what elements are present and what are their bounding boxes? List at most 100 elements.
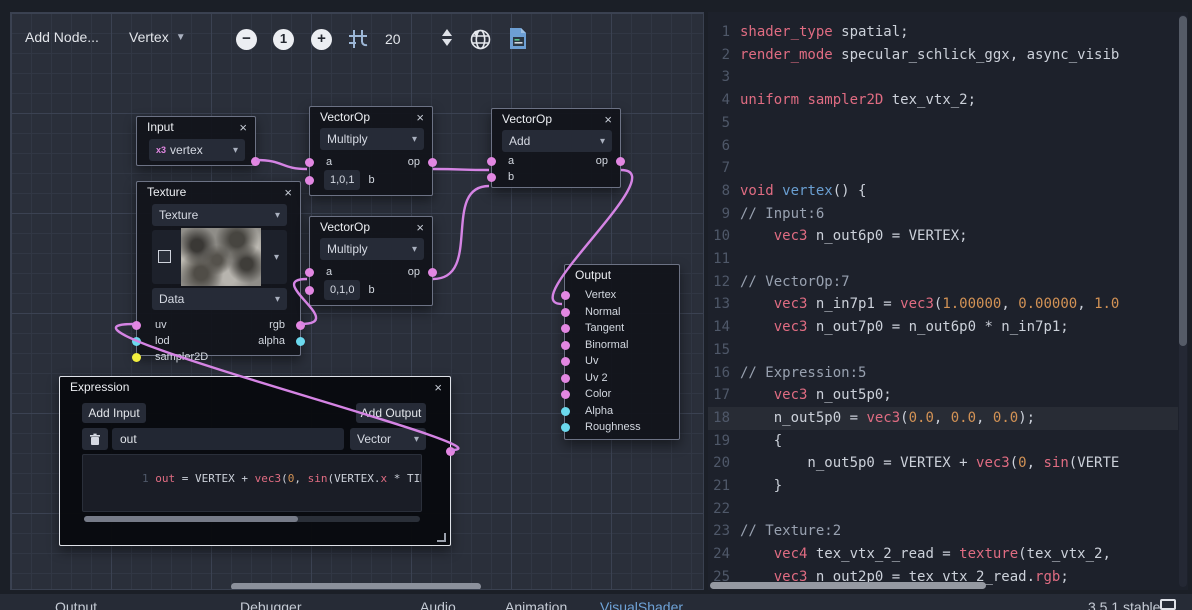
node-output[interactable]: Output Vertex Normal Tangent Binormal Uv Uv 2… (561, 264, 680, 440)
tab-animation[interactable]: Animation (505, 599, 567, 610)
port-output-normal-in[interactable] (561, 307, 570, 317)
chevron-down-icon: ▾ (232, 144, 238, 156)
code-vscrollbar-thumb[interactable] (1179, 16, 1187, 346)
close-icon[interactable]: × (416, 221, 424, 234)
node-vectorop-multiply-1[interactable]: VectorOp × Multiply ▾ a op 1,0,1 b (305, 106, 437, 196)
port-texture-uv-in[interactable] (132, 321, 141, 330)
generated-shader-code-button[interactable] (507, 27, 529, 51)
port-output-vertex-in[interactable] (561, 291, 570, 300)
vectorop-add-operation-dropdown[interactable]: Add ▾ (502, 130, 612, 152)
snap-distance-spinner[interactable] (442, 29, 452, 46)
port-input-vertex-out[interactable] (251, 157, 260, 166)
node-output-title: Output (575, 268, 612, 282)
node-input[interactable]: Input × x3 vertex ▾ (136, 116, 260, 166)
engine-version-label: 3.5.1.stable (1088, 599, 1161, 610)
code-line: 1 shader_type spatial; (721, 24, 909, 40)
port-vectorop2-b-in[interactable] (305, 286, 314, 295)
wire-multiply2-to-add-b (432, 184, 490, 281)
expression-code-editor[interactable]: 1 out = VERTEX + vec3(0, sin(VERTEX.x * … (82, 454, 422, 512)
code-vscrollbar[interactable] (1179, 15, 1187, 587)
bottom-panel-bar: Output Debugger Audio Animation VisualSh… (0, 594, 1192, 610)
port-output-color-in[interactable] (561, 390, 570, 399)
port-vectorop-add-a-in[interactable] (487, 157, 496, 166)
port-label: Uv 2 (585, 371, 608, 384)
add-input-button[interactable]: Add Input (82, 403, 146, 423)
chevron-down-icon: ▾ (274, 209, 280, 221)
chevron-down-icon: ▾ (599, 135, 605, 147)
port-expression-out[interactable] (446, 447, 455, 456)
port-vectorop2-a-in[interactable] (305, 268, 314, 277)
input-source-dropdown[interactable]: x3 vertex ▾ (149, 139, 245, 161)
tab-audio[interactable]: Audio (420, 599, 456, 610)
port-texture-rgb-out[interactable] (296, 321, 305, 330)
expression-output-type-value: Vector (357, 432, 392, 446)
port-output-tangent-in[interactable] (561, 324, 570, 333)
port-label-lod: lod (155, 335, 170, 347)
close-icon[interactable]: × (434, 381, 442, 394)
delete-output-button[interactable] (82, 428, 108, 450)
port-vectorop-add-op-out[interactable] (616, 157, 625, 166)
output-port-list: Vertex Normal Tangent Binormal Uv Uv 2 Color Al… (561, 287, 679, 436)
zoom-out-button[interactable]: − (236, 29, 257, 50)
expression-output-name-field[interactable]: out (112, 428, 344, 450)
node-expression[interactable]: Expression × Add Input Add Output out Ve… (59, 376, 455, 546)
shader-stage-dropdown[interactable]: Vertex ▼ (129, 29, 186, 45)
add-node-button[interactable]: Add Node... (25, 29, 99, 45)
zoom-reset-button[interactable]: 1 (273, 29, 294, 50)
port-vectorop-add-b-in[interactable] (487, 173, 496, 182)
code-line: 7 (721, 160, 730, 177)
close-icon[interactable]: × (284, 186, 292, 199)
node-vectorop-multiply-2[interactable]: VectorOp × Multiply ▾ a op 0,1,0 b (305, 216, 437, 306)
graph-hscrollbar-thumb[interactable] (231, 583, 481, 589)
tab-output[interactable]: Output (55, 599, 97, 610)
port-output-uv2-in[interactable] (561, 373, 570, 383)
tab-visualshader[interactable]: VisualShader (600, 599, 683, 610)
texture-data-dropdown[interactable]: Data ▾ (152, 288, 287, 310)
code-line: 14 vec3 n_out7p0 = n_out6p0 * n_in7p1; (713, 319, 1069, 336)
code-hscrollbar-thumb[interactable] (710, 582, 986, 589)
generated-shader-code-panel[interactable]: 1 shader_type spatial; 2 render_mode specul… (708, 12, 1188, 590)
output-port-row: Color (561, 386, 679, 403)
close-icon[interactable]: × (604, 113, 612, 126)
shader-graph-canvas[interactable]: Add Node... Vertex ▼ − 1 + 20 Input × x3… (10, 12, 704, 590)
material-preview-toggle[interactable] (468, 27, 493, 52)
port-texture-sampler-in[interactable] (132, 353, 141, 362)
port-texture-alpha-out[interactable] (296, 337, 305, 346)
add-output-button[interactable]: Add Output (356, 403, 426, 423)
expression-output-type-dropdown[interactable]: Vector ▾ (350, 428, 426, 450)
vectorop2-b-default[interactable]: 0,1,0 (324, 280, 361, 300)
port-vectorop1-a-in[interactable] (305, 158, 314, 167)
port-output-roughness-in[interactable] (561, 423, 570, 432)
port-output-binormal-in[interactable] (561, 340, 570, 350)
node-vectorop-add[interactable]: VectorOp × Add ▾ a op b (487, 108, 625, 188)
texture-source-dropdown[interactable]: Texture ▾ (152, 204, 287, 226)
port-vectorop1-b-in[interactable] (305, 176, 314, 185)
shader-code-file-icon (510, 28, 526, 49)
noise-texture-preview[interactable] (181, 228, 261, 286)
close-icon[interactable]: × (239, 121, 247, 134)
vectorop1-operation-dropdown[interactable]: Multiply ▾ (320, 128, 424, 150)
tab-debugger[interactable]: Debugger (240, 599, 302, 610)
node-texture[interactable]: Texture × Texture ▾ ▾ Data ▾ uv rgb lod (132, 181, 305, 363)
output-port-row: Uv (561, 353, 679, 370)
close-icon[interactable]: × (416, 111, 424, 124)
zoom-in-button[interactable]: + (311, 29, 332, 50)
snap-grid-toggle[interactable] (347, 28, 369, 50)
spinner-up-icon[interactable] (442, 29, 452, 36)
vectorop2-operation-dropdown[interactable]: Multiply ▾ (320, 238, 424, 260)
expression-resize-handle[interactable] (437, 533, 446, 542)
expression-hscrollbar-thumb[interactable] (84, 516, 298, 522)
port-vectorop1-op-out[interactable] (428, 158, 437, 167)
expression-hscrollbar[interactable] (84, 516, 420, 522)
port-label-op: op (407, 266, 420, 278)
port-texture-lod-in[interactable] (132, 337, 141, 346)
port-output-alpha-in[interactable] (561, 406, 570, 416)
snap-distance-value[interactable]: 20 (385, 31, 401, 47)
port-vectorop2-op-out[interactable] (428, 268, 437, 277)
texture-resource-picker[interactable]: ▾ (152, 228, 287, 286)
expand-bottom-panel-icon[interactable] (1160, 599, 1176, 610)
code-line: 3 (721, 69, 730, 86)
spinner-down-icon[interactable] (442, 39, 452, 46)
vectorop1-b-default[interactable]: 1,0,1 (324, 170, 361, 190)
port-output-uv-in[interactable] (561, 357, 570, 366)
